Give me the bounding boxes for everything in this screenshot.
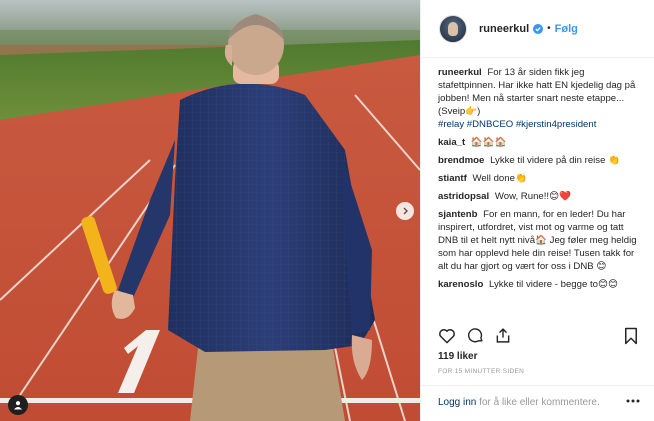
comment-text: Wow, Rune!!😊❤️ [494, 191, 572, 202]
verified-badge-icon [533, 23, 544, 34]
comment-username[interactable]: sjantenb [438, 209, 477, 220]
comment-item: brendmoe Lykke til videre på din reise 👏 [438, 154, 642, 167]
more-options-icon[interactable] [626, 399, 640, 403]
comment-username[interactable]: astridopsal [438, 191, 489, 202]
comments-list: runeerkul For 13 år siden fikk jeg stafe… [421, 66, 654, 316]
follow-button[interactable]: Følg [555, 23, 578, 35]
comment-text: Lykke til videre på din reise 👏 [490, 155, 621, 166]
login-prompt-text: for å like eller kommentere. [479, 397, 600, 408]
author-username[interactable]: runeerkul [479, 23, 529, 35]
post-timestamp: FOR 15 MINUTTER SIDEN [438, 368, 525, 375]
comment-text: Lykke til videre - begge to😊😊 [489, 279, 618, 290]
caption-username[interactable]: runeerkul [438, 67, 482, 78]
comment-username[interactable]: stiantf [438, 173, 467, 184]
avatar[interactable] [439, 14, 467, 43]
login-prompt: Logg inn for å like eller kommentere. [421, 385, 654, 421]
comment-item: karenoslo Lykke til videre - begge to😊😊 [438, 278, 642, 291]
post-photo[interactable] [0, 0, 420, 421]
separator-dot: • [547, 23, 551, 34]
post-side-panel: runeerkul • Følg runeerkul For 13 år sid… [420, 0, 654, 421]
comment-item: stiantf Well done👏 [438, 172, 642, 185]
comment-username[interactable]: kaia_t [438, 137, 465, 148]
comment-item: kaia_t 🏠🏠🏠 [438, 136, 642, 149]
comment-text: Well done👏 [472, 173, 527, 184]
relay-track-photo [0, 0, 420, 421]
caption: runeerkul For 13 år siden fikk jeg stafe… [438, 66, 642, 131]
caption-hashtags[interactable]: #relay #DNBCEO #kjerstin4president [438, 119, 596, 130]
comment-username[interactable]: karenoslo [438, 279, 483, 290]
comment-item: sjantenb For en mann, for en leder! Du h… [438, 208, 642, 273]
comment-text: 🏠🏠🏠 [470, 137, 507, 148]
action-bar [438, 327, 638, 347]
share-icon[interactable] [495, 327, 511, 344]
like-count[interactable]: 119 liker [438, 351, 477, 362]
chevron-right-icon [403, 207, 408, 215]
login-link[interactable]: Logg inn [438, 397, 476, 408]
comment-username[interactable]: brendmoe [438, 155, 484, 166]
user-tag-icon [14, 401, 22, 410]
bookmark-icon[interactable] [624, 327, 638, 345]
carousel-next-button[interactable] [396, 202, 414, 220]
post-header: runeerkul • Følg [421, 0, 654, 58]
comment-icon[interactable] [467, 327, 484, 344]
heart-icon[interactable] [438, 327, 456, 344]
comment-item: astridopsal Wow, Rune!!😊❤️ [438, 190, 642, 203]
user-tag-button[interactable] [8, 395, 28, 415]
